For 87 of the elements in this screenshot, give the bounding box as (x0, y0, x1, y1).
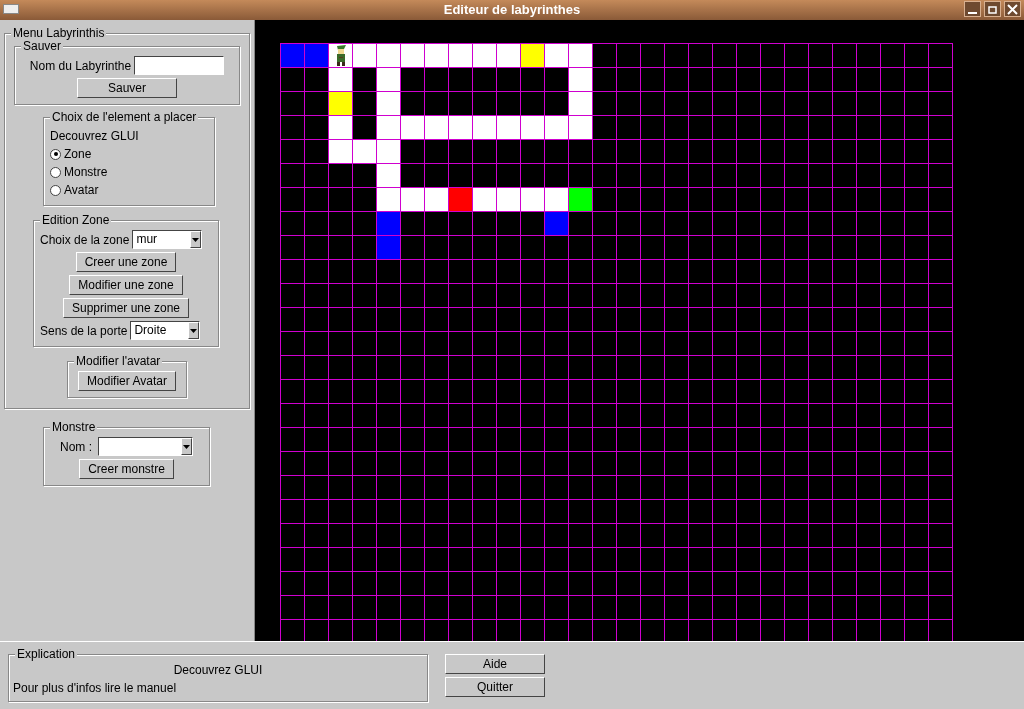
radio-button[interactable] (50, 166, 61, 178)
maze-tile[interactable] (377, 188, 400, 211)
avatar-tile[interactable] (329, 44, 352, 67)
maze-tile[interactable] (449, 116, 472, 139)
maximize-icon (987, 3, 998, 15)
maze-tile[interactable] (497, 44, 520, 67)
zone-action-button[interactable]: Creer une zone (75, 252, 177, 272)
close-button[interactable] (1004, 1, 1021, 17)
group-title: Choix de l'element a placer (50, 110, 199, 124)
radio-label[interactable]: Avatar (64, 181, 99, 199)
maze-tile[interactable] (377, 164, 400, 187)
maze-tile[interactable] (377, 44, 400, 67)
maze-tile[interactable] (521, 44, 544, 67)
maze-tile[interactable] (425, 188, 448, 211)
maze-tile[interactable] (497, 116, 520, 139)
choice-subtitle: Decouvrez GLUI (50, 128, 140, 145)
radio-label[interactable]: Monstre (64, 163, 108, 181)
maze-tile[interactable] (521, 188, 544, 211)
maze-tile[interactable] (449, 44, 472, 67)
maze-tile[interactable] (377, 68, 400, 91)
zone-dropdown[interactable]: mur (132, 230, 203, 249)
group-title: Monstre (50, 420, 98, 434)
maze-tile[interactable] (473, 44, 496, 67)
maze-tile[interactable] (329, 140, 352, 163)
maze-tile[interactable] (401, 44, 424, 67)
window-title: Editeur de labyrinthes (443, 1, 581, 19)
minimize-icon (968, 12, 977, 14)
maze-tile[interactable] (569, 44, 592, 67)
maze-tile[interactable] (281, 44, 304, 67)
window-menu-icon[interactable] (3, 4, 19, 14)
maze-tile[interactable] (377, 140, 400, 163)
maze-tile[interactable] (545, 116, 568, 139)
maze-tile[interactable] (425, 44, 448, 67)
maximize-button[interactable] (984, 1, 1001, 17)
minimize-button[interactable] (964, 1, 981, 17)
door-label: Sens de la porte (40, 322, 128, 340)
name-label: Nom du Labyrinthe (29, 57, 132, 75)
maze-tile[interactable] (353, 44, 376, 67)
maze-tile[interactable] (329, 68, 352, 91)
group-title: Edition Zone (40, 213, 112, 227)
maze-tile[interactable] (545, 44, 568, 67)
maze-tile[interactable] (497, 188, 520, 211)
radio-label[interactable]: Zone (64, 145, 92, 163)
explanation-text: Pour plus d'infos lire le manuel (13, 680, 178, 697)
radio-button[interactable] (50, 184, 61, 196)
modify-avatar-button[interactable]: Modifier Avatar (78, 371, 176, 391)
explanation-heading: Decouvrez GLUI (172, 662, 264, 679)
zone-label: Choix de la zone (40, 231, 130, 249)
save-button[interactable]: Sauver (77, 78, 177, 98)
zone-action-button[interactable]: Supprimer une zone (62, 298, 190, 318)
maze-tile[interactable] (425, 116, 448, 139)
group-title: Explication (15, 647, 78, 661)
create-monster-button[interactable]: Creer monstre (79, 459, 174, 479)
maze-canvas[interactable] (255, 20, 1024, 641)
dialog-button[interactable]: Quitter (445, 677, 545, 697)
radio-button[interactable] (50, 148, 61, 160)
group-title: Menu Labyrinthis (11, 26, 107, 40)
maze-tile[interactable] (377, 116, 400, 139)
monster-name-label: Nom : (60, 438, 92, 456)
maze-tile[interactable] (473, 188, 496, 211)
maze-grid[interactable] (280, 43, 953, 641)
maze-tile[interactable] (449, 188, 472, 211)
zone-action-button[interactable]: Modifier une zone (69, 275, 183, 295)
maze-tile[interactable] (473, 116, 496, 139)
maze-tile[interactable] (569, 188, 592, 211)
maze-tile[interactable] (545, 212, 568, 235)
group-title: Sauver (21, 39, 64, 53)
maze-tile[interactable] (377, 92, 400, 115)
maze-tile[interactable] (329, 116, 352, 139)
monster-name-dropdown[interactable] (98, 437, 193, 456)
maze-tile[interactable] (305, 44, 328, 67)
dialog-button[interactable]: Aide (445, 654, 545, 674)
maze-tile[interactable] (401, 116, 424, 139)
maze-tile[interactable] (569, 68, 592, 91)
maze-tile[interactable] (545, 188, 568, 211)
maze-tile[interactable] (521, 116, 544, 139)
maze-tile[interactable] (377, 212, 400, 235)
maze-tile[interactable] (569, 116, 592, 139)
maze-tile[interactable] (377, 236, 400, 259)
maze-tile[interactable] (353, 140, 376, 163)
door-dropdown[interactable]: Droite (130, 321, 201, 340)
maze-tile[interactable] (329, 92, 352, 115)
maze-tile[interactable] (401, 188, 424, 211)
maze-tile[interactable] (569, 92, 592, 115)
name-input-field[interactable] (134, 56, 225, 75)
group-title: Modifier l'avatar (74, 354, 163, 368)
close-icon (1007, 3, 1018, 15)
